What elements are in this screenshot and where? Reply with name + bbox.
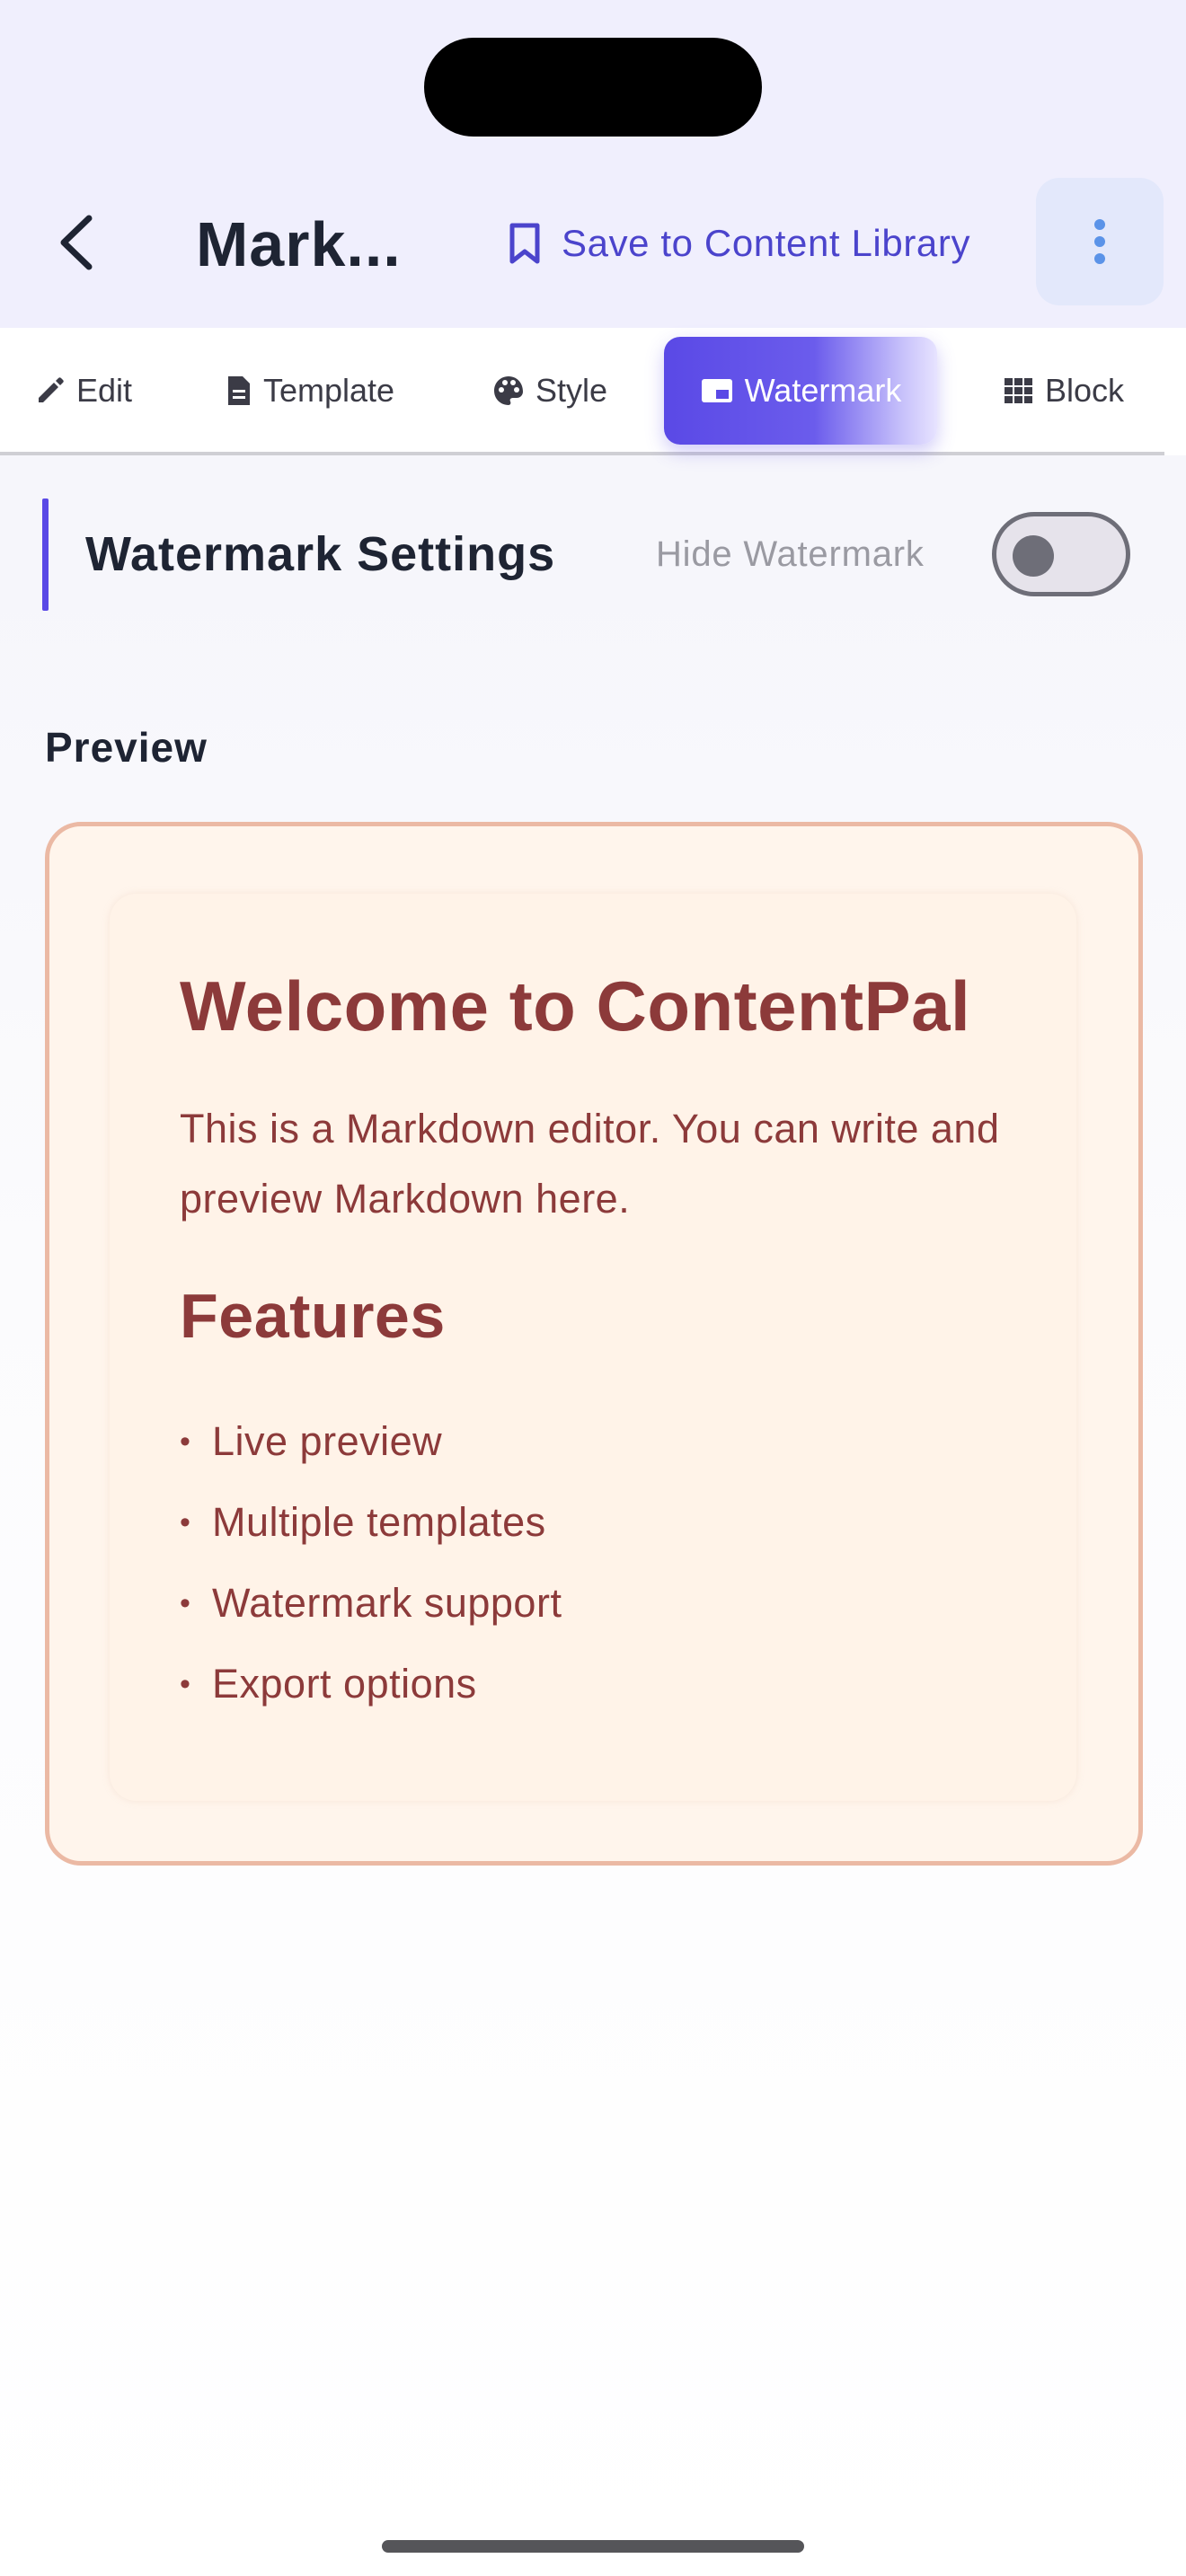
list-item: • Export options [180, 1644, 562, 1725]
bullet: • [180, 1667, 191, 1701]
page-title: Mark... [196, 209, 402, 279]
chevron-left-icon [60, 215, 93, 270]
list-item: • Multiple templates [180, 1482, 562, 1563]
bullet: • [180, 1425, 191, 1459]
list-item: • Live preview [180, 1401, 562, 1482]
tab-template[interactable]: Template [216, 337, 404, 445]
save-to-library-label: Save to Content Library [562, 222, 971, 264]
tab-watermark[interactable]: Watermark [664, 337, 937, 445]
preview-subheading: Features [180, 1281, 446, 1351]
list-item-text: Live preview [212, 1418, 443, 1464]
bullet: • [180, 1505, 191, 1539]
tab-edit-label: Edit [75, 372, 133, 409]
toggle-knob [1013, 535, 1054, 577]
preview-heading: Welcome to ContentPal [180, 966, 971, 1045]
section-title: Watermark Settings [85, 527, 556, 581]
grid-icon [1004, 378, 1032, 403]
section-accent-bar [42, 498, 49, 611]
hide-watermark-toggle[interactable] [992, 512, 1130, 596]
document-icon [227, 376, 250, 405]
list-item-text: Export options [212, 1661, 477, 1707]
pencil-icon [38, 377, 64, 402]
preview-label: Preview [45, 724, 208, 771]
more-options-button[interactable] [1036, 178, 1164, 305]
list-item-text: Multiple templates [212, 1499, 546, 1545]
list-item-text: Watermark support [212, 1580, 562, 1626]
tab-bar-divider [0, 452, 1164, 455]
back-button[interactable] [36, 198, 117, 287]
hide-watermark-label: Hide Watermark [656, 534, 925, 574]
palette-icon [493, 376, 523, 405]
bookmark-icon [509, 223, 540, 264]
preview-paragraph: This is a Markdown editor. You can write… [180, 1106, 1000, 1222]
bullet: • [180, 1586, 191, 1620]
preview-feature-list: • Live preview • Multiple templates • Wa… [180, 1401, 562, 1725]
tab-block-label: Block [1044, 372, 1125, 409]
watermark-icon [701, 379, 732, 402]
tab-style[interactable]: Style [482, 337, 617, 445]
home-indicator [382, 2540, 804, 2553]
more-vertical-icon [1094, 219, 1105, 264]
tab-watermark-label: Watermark [744, 372, 902, 409]
tab-style-label: Style [535, 372, 608, 409]
list-item: • Watermark support [180, 1563, 562, 1644]
tab-edit[interactable]: Edit [25, 337, 142, 445]
tab-block[interactable]: Block [992, 337, 1136, 445]
tab-template-label: Template [262, 372, 395, 409]
save-to-library-button[interactable]: Save to Content Library [508, 205, 970, 282]
dynamic-island [424, 38, 762, 137]
